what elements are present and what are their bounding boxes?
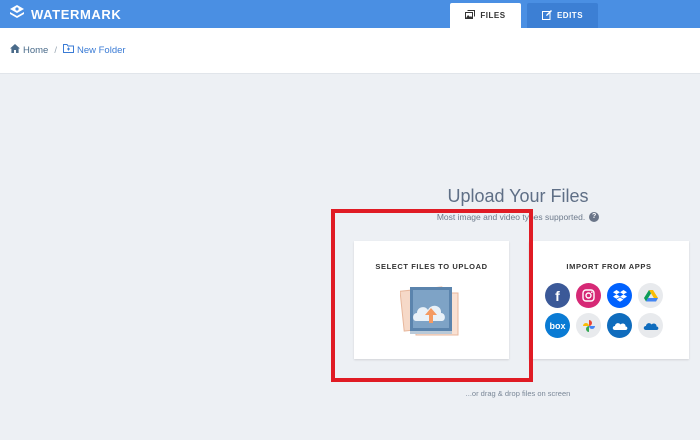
home-icon bbox=[10, 44, 20, 56]
watermark-logo-icon bbox=[9, 4, 25, 25]
onedrive-personal-icon[interactable] bbox=[638, 313, 663, 338]
upload-title: Upload Your Files bbox=[447, 186, 589, 206]
images-icon bbox=[465, 10, 476, 21]
brand-logo[interactable]: WATERMARK bbox=[9, 4, 122, 25]
box-icon[interactable]: box bbox=[545, 313, 570, 338]
tab-edits[interactable]: EDITS bbox=[527, 3, 598, 28]
breadcrumb-home[interactable]: Home bbox=[10, 44, 48, 56]
upload-cloud-icon bbox=[399, 283, 462, 344]
upload-subtitle: Most image and video types supported. ? bbox=[380, 212, 656, 222]
dropbox-icon[interactable] bbox=[607, 283, 632, 308]
breadcrumb-separator: / bbox=[54, 44, 57, 56]
tab-edits-label: EDITS bbox=[556, 11, 584, 20]
facebook-icon[interactable]: f bbox=[545, 283, 570, 308]
upload-subtitle-text: Most image and video types supported. bbox=[436, 212, 586, 222]
google-photos-icon[interactable] bbox=[576, 313, 601, 338]
breadcrumb: Home / New Folder bbox=[10, 44, 126, 56]
top-bar: WATERMARK FILES EDITS bbox=[0, 0, 700, 28]
edit-icon bbox=[541, 9, 552, 22]
folder-icon bbox=[62, 44, 74, 56]
tab-files[interactable]: FILES bbox=[450, 3, 521, 28]
select-files-title: SELECT FILES TO UPLOAD bbox=[375, 262, 488, 271]
instagram-icon[interactable] bbox=[576, 283, 601, 308]
brand-name: WATERMARK bbox=[31, 6, 122, 22]
onedrive-icon[interactable] bbox=[607, 313, 632, 338]
breadcrumb-bar: Home / New Folder bbox=[0, 28, 700, 74]
drag-drop-hint: ...or drag & drop files on screen bbox=[465, 389, 571, 398]
google-drive-icon[interactable] bbox=[638, 283, 663, 308]
import-apps-card: IMPORT FROM APPS f box bbox=[529, 241, 689, 359]
breadcrumb-home-label: Home bbox=[23, 44, 49, 56]
help-icon[interactable]: ? bbox=[589, 212, 600, 222]
breadcrumb-folder[interactable]: New Folder bbox=[62, 44, 126, 56]
import-apps-title: IMPORT FROM APPS bbox=[566, 262, 652, 271]
select-files-card[interactable]: SELECT FILES TO UPLOAD bbox=[354, 241, 509, 359]
breadcrumb-folder-label: New Folder bbox=[76, 44, 126, 56]
tab-files-label: FILES bbox=[480, 11, 506, 20]
apps-grid: f box bbox=[545, 283, 675, 338]
